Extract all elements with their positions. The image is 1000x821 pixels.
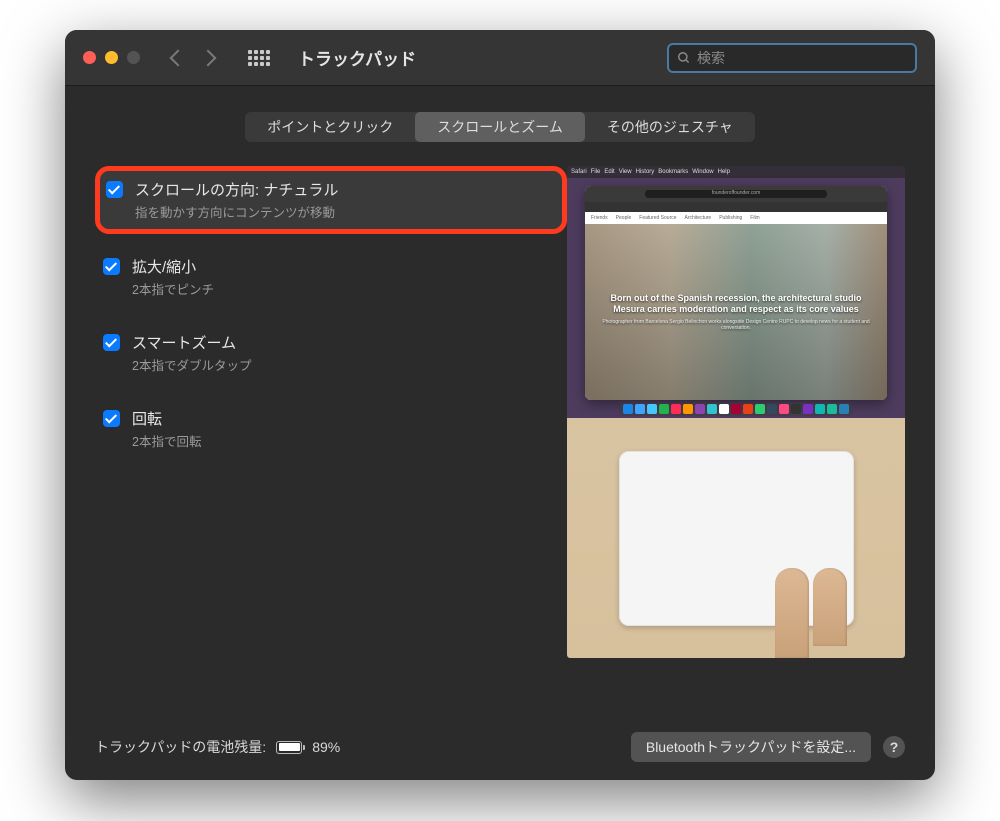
battery-label: トラックパッドの電池残量: (95, 737, 266, 757)
close-button[interactable] (83, 51, 96, 64)
help-button[interactable]: ? (883, 736, 905, 758)
titlebar: トラックパッド (65, 30, 935, 86)
tab-segmented-control: ポイントとクリック スクロールとズーム その他のジェスチャ (245, 112, 754, 142)
tab-point-click[interactable]: ポイントとクリック (245, 112, 415, 142)
preview-hero-title: Born out of the Spanish recession, the a… (599, 293, 873, 316)
tab-more-gestures[interactable]: その他のジェスチャ (585, 112, 755, 142)
option-subtitle: 2本指でダブルタップ (132, 355, 251, 374)
checkbox-rotate[interactable] (103, 410, 120, 427)
nav-arrows (172, 52, 214, 64)
checkbox-zoom[interactable] (103, 258, 120, 275)
back-button[interactable] (170, 49, 187, 66)
checkbox-smart-zoom[interactable] (103, 334, 120, 351)
option-natural-scroll[interactable]: スクロールの方向: ナチュラル 指を動かす方向にコンテンツが移動 (95, 166, 567, 234)
main-area: スクロールの方向: ナチュラル 指を動かす方向にコンテンツが移動 拡大/縮小 2… (95, 166, 905, 714)
forward-button[interactable] (200, 49, 217, 66)
window-controls (83, 51, 140, 64)
option-title: 回転 (132, 408, 201, 429)
bluetooth-setup-button[interactable]: Bluetoothトラックパッドを設定... (631, 732, 871, 762)
minimize-button[interactable] (105, 51, 118, 64)
preview-safari-window: founderoffounder.com FriendsPeopleFeatur… (585, 186, 887, 400)
tab-scroll-zoom[interactable]: スクロールとズーム (415, 112, 585, 142)
option-title: スマートズーム (132, 332, 251, 353)
preview-fingers (775, 568, 847, 658)
option-subtitle: 指を動かす方向にコンテンツが移動 (135, 202, 338, 221)
gesture-preview: SafariFileEditViewHistoryBookmarksWindow… (567, 166, 905, 658)
content: ポイントとクリック スクロールとズーム その他のジェスチャ スクロールの方向: … (65, 86, 935, 780)
search-field[interactable] (667, 43, 917, 73)
battery-icon (276, 741, 302, 754)
search-input[interactable] (697, 50, 907, 66)
option-title: スクロールの方向: ナチュラル (135, 179, 338, 200)
show-all-icon[interactable] (248, 50, 270, 66)
preview-menubar: SafariFileEditViewHistoryBookmarksWindow… (567, 166, 905, 178)
option-smart-zoom[interactable]: スマートズーム 2本指でダブルタップ (95, 322, 567, 384)
preview-url: founderoffounder.com (645, 190, 826, 198)
battery-percentage: 89% (312, 739, 340, 755)
option-subtitle: 2本指で回転 (132, 431, 201, 450)
option-title: 拡大/縮小 (132, 256, 214, 277)
search-icon (677, 51, 691, 65)
preview-trackpad-area (567, 418, 905, 658)
option-rotate[interactable]: 回転 2本指で回転 (95, 398, 567, 460)
preferences-window: トラックパッド ポイントとクリック スクロールとズーム その他のジェスチャ スク… (65, 30, 935, 780)
option-subtitle: 2本指でピンチ (132, 279, 214, 298)
options-list: スクロールの方向: ナチュラル 指を動かす方向にコンテンツが移動 拡大/縮小 2… (95, 166, 567, 714)
checkbox-natural-scroll[interactable] (106, 181, 123, 198)
preview-screen: SafariFileEditViewHistoryBookmarksWindow… (567, 166, 905, 418)
maximize-button (127, 51, 140, 64)
option-zoom[interactable]: 拡大/縮小 2本指でピンチ (95, 246, 567, 308)
window-title: トラックパッド (298, 45, 416, 70)
footer: トラックパッドの電池残量: 89% Bluetoothトラックパッドを設定...… (95, 714, 905, 762)
preview-dock (619, 402, 853, 416)
